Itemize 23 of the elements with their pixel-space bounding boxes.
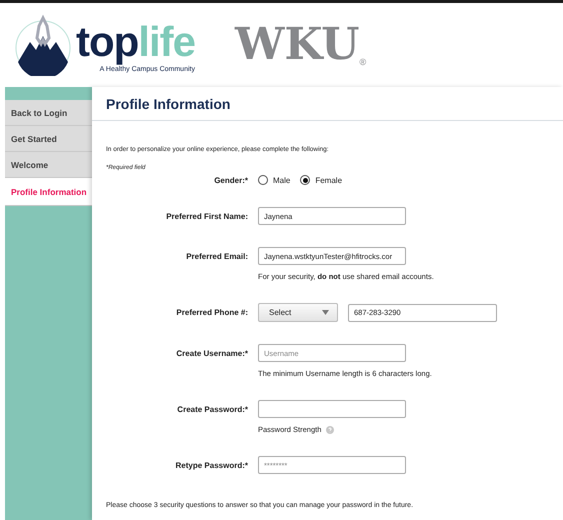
field-label: Gender:* <box>214 176 248 184</box>
logo-text: life <box>138 18 195 66</box>
field-label: Create Password:* <box>177 404 248 414</box>
logo-text: top <box>76 18 138 66</box>
sidebar-item[interactable]: Welcome <box>5 152 92 178</box>
field-label: Preferred Phone #: <box>176 308 248 317</box>
radio-label: Female <box>315 176 342 184</box>
sidebar-item[interactable]: Back to Login <box>5 100 92 126</box>
password-field[interactable] <box>258 400 406 418</box>
field-label: Create Username:* <box>176 348 248 358</box>
country-select[interactable]: Select <box>258 303 338 322</box>
radio-button[interactable] <box>300 175 310 185</box>
university-logo-text: WKU <box>234 23 360 67</box>
field-label: Preferred First Name: <box>166 212 248 220</box>
sidebar-item[interactable]: Get Started <box>5 126 92 152</box>
field-label: Preferred Email: <box>186 252 248 260</box>
panel-title: Profile Information <box>92 87 563 121</box>
sidebar-item[interactable]: Profile Information <box>5 178 92 206</box>
radio-label: Male <box>273 176 290 184</box>
field-label: Retype Password:* <box>176 460 248 470</box>
registered-mark: ® <box>359 57 366 67</box>
radio-button[interactable] <box>258 175 268 185</box>
caret-icon <box>322 310 329 315</box>
